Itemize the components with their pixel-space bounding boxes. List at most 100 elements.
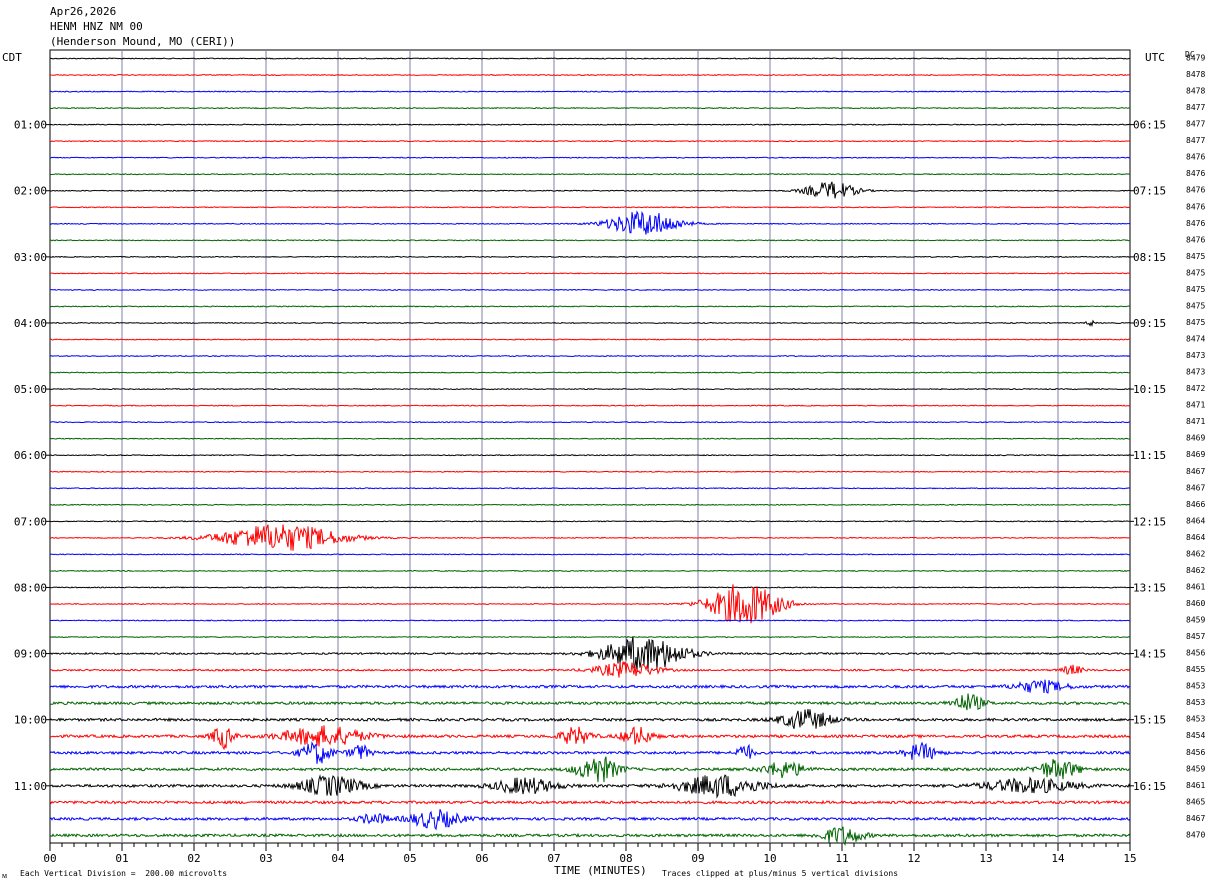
left-hour-label: 08:00 [14,581,47,594]
x-tick-label: 05 [403,852,416,865]
dc-value: 8476 [1186,186,1205,195]
vertical-scale-note: Each Vertical Division = 200.00 microvol… [20,869,228,878]
dc-value: 8475 [1186,285,1205,294]
dc-value: 8475 [1186,301,1205,310]
x-tick-label: 15 [1123,852,1136,865]
seismogram-traces [49,57,1131,847]
dc-value: 8476 [1186,219,1205,228]
right-hour-label: 15:15 [1133,714,1166,727]
trace-row-21 [49,404,1131,407]
x-tick-label: 00 [43,852,56,865]
trace-row-3 [49,107,1131,110]
x-tick-label: 14 [1051,852,1065,865]
trace-row-9 [49,206,1131,209]
trace-row-10 [49,210,1131,235]
dc-value: 8469 [1186,450,1205,459]
dc-value: 8476 [1186,202,1205,211]
trace-row-44 [49,774,1131,799]
seismogram-plot: 00 01 02 03 04 05 06 07 08 09 10 11 12 13 14 1584798478… [14,49,1206,866]
right-hour-label: 14:15 [1133,648,1166,661]
dc-value: 8461 [1186,781,1205,790]
left-hour-label: 03:00 [14,251,47,264]
dc-value: 8464 [1186,516,1205,525]
trace-row-23 [49,437,1131,440]
trace-row-15 [49,305,1131,308]
trace-row-31 [49,569,1131,573]
x-tick-label: 11 [835,852,848,865]
right-hour-label: 12:15 [1133,515,1166,528]
dc-value: 8476 [1186,169,1205,178]
dc-value: 8453 [1186,715,1205,724]
right-hour-label: 16:15 [1133,780,1166,793]
trace-row-18 [49,354,1131,358]
trace-row-17 [49,338,1131,341]
trace-row-12 [49,255,1131,258]
trace-row-30 [49,553,1131,556]
dc-value: 8475 [1186,318,1205,327]
left-hour-label: 11:00 [14,780,47,793]
x-tick-label: 10 [763,852,776,865]
dc-value: 8467 [1186,483,1205,492]
axis-labels: 00 01 02 03 04 05 06 07 08 09 10 11 12 13 14 1584798478… [14,54,1206,866]
dc-value: 8459 [1186,616,1205,625]
dc-value: 8460 [1186,599,1205,608]
trace-row-25 [49,470,1131,473]
dc-value: 8455 [1186,665,1205,674]
right-hour-label: 10:15 [1133,383,1166,396]
dc-value: 8456 [1186,748,1205,757]
trace-row-39 [49,693,1131,711]
dc-value: 8462 [1186,549,1205,558]
dc-value: 8454 [1186,731,1205,740]
dc-value: 8473 [1186,351,1205,360]
trace-row-26 [49,487,1131,490]
trace-row-8 [49,181,1130,199]
trace-row-27 [49,503,1131,506]
x-tick-label: 04 [331,852,345,865]
left-hour-label: 04:00 [14,317,47,330]
trace-row-19 [49,371,1131,374]
trace-row-42 [49,741,1131,764]
plot-frame [49,49,1131,844]
x-axis-title: TIME (MINUTES) [554,864,647,877]
trace-row-20 [49,388,1131,391]
right-hour-label: 11:15 [1133,449,1166,462]
x-tick-label: 02 [187,852,200,865]
dc-value: 8462 [1186,566,1205,575]
trace-row-0 [49,57,1131,60]
dc-value: 8476 [1186,235,1205,244]
trace-row-14 [49,288,1131,291]
dc-value: 8472 [1186,384,1205,393]
right-hour-label: 06:15 [1133,119,1166,132]
dc-value: 8465 [1186,797,1205,806]
trace-row-32 [49,586,1131,589]
left-hour-label: 01:00 [14,119,47,132]
dc-value: 8467 [1186,814,1205,823]
dc-value: 8453 [1186,682,1205,691]
trace-row-2 [49,90,1131,93]
trace-row-13 [49,272,1131,275]
trace-row-45 [49,799,1131,805]
dc-value: 8469 [1186,434,1205,443]
right-hour-label: 07:15 [1133,185,1166,198]
right-hour-label: 09:15 [1133,317,1166,330]
dc-value: 8453 [1186,698,1205,707]
dc-value: 8476 [1186,153,1205,162]
dc-value: 8456 [1186,649,1205,658]
trace-row-36 [49,636,1131,672]
left-hour-label: 02:00 [14,185,47,198]
trace-row-24 [49,454,1131,457]
dc-value: 8464 [1186,533,1205,542]
right-hour-label: 08:15 [1133,251,1166,264]
dc-value: 8473 [1186,368,1205,377]
trace-row-41 [49,725,1131,751]
trace-row-43 [49,756,1131,783]
trace-row-7 [49,173,1131,176]
clipping-note: Traces clipped at plus/minus 5 vertical … [662,869,899,878]
left-hour-label: 10:00 [14,714,47,727]
trace-row-33 [49,584,1131,624]
trace-row-28 [49,520,1131,523]
left-hour-label: 06:00 [14,449,47,462]
dc-value: 8477 [1186,136,1205,145]
trace-row-22 [49,421,1131,424]
trace-row-46 [49,809,1131,831]
